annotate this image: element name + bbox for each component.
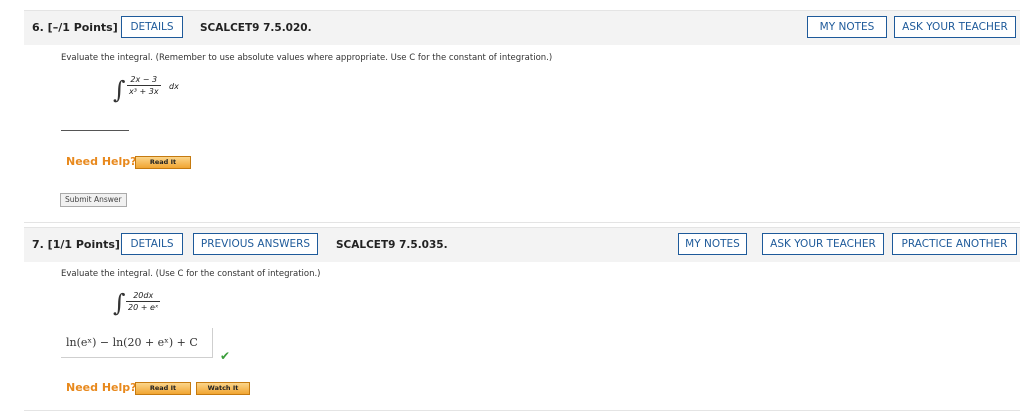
q7-points: 7. [1/1 Points]	[32, 238, 120, 251]
q7-read-it-button[interactable]: Read It	[135, 382, 191, 395]
q7-need-help-label: Need Help?	[66, 381, 137, 394]
q6-denominator: x³ + 3x	[129, 87, 159, 96]
q7-ask-teacher-button[interactable]: ASK YOUR TEACHER	[762, 233, 884, 255]
q7-answer-value: ln(eˣ) − ln(20 + eˣ) + C	[66, 336, 198, 349]
q6-fraction: 2x − 3 x³ + 3x	[127, 75, 161, 96]
q6-my-notes-button[interactable]: MY NOTES	[807, 16, 887, 38]
q7-watch-it-button[interactable]: Watch It	[196, 382, 250, 395]
q7-details-button[interactable]: DETAILS	[121, 233, 183, 255]
q7-reference: SCALCET9 7.5.035.	[336, 239, 448, 251]
q7-numerator: 20dx	[133, 291, 154, 300]
q6-fraction-bar	[127, 85, 161, 86]
bottom-divider	[24, 410, 1020, 411]
q7-previous-answers-button[interactable]: PREVIOUS ANSWERS	[193, 233, 318, 255]
q7-denominator: 20 + eˣ	[128, 303, 159, 312]
q6-read-it-button[interactable]: Read It	[135, 156, 191, 169]
correct-check-icon: ✔	[220, 349, 231, 363]
q7-fraction: 20dx 20 + eˣ	[126, 291, 161, 312]
q6-numerator: 2x − 3	[130, 75, 158, 84]
question-divider	[24, 222, 1020, 223]
q6-answer-field[interactable]	[61, 120, 129, 131]
q7-header: 7. [1/1 Points] DETAILS PREVIOUS ANSWERS…	[24, 227, 1020, 262]
q7-integral-sign: ∫	[113, 289, 126, 317]
q6-need-help-label: Need Help?	[66, 155, 137, 168]
q7-fraction-bar	[126, 301, 161, 302]
q6-submit-answer-button[interactable]: Submit Answer	[60, 193, 127, 207]
q6-header: 6. [–/1 Points] DETAILS SCALCET9 7.5.020…	[24, 10, 1020, 45]
q6-points: 6. [–/1 Points]	[32, 21, 118, 34]
q6-details-button[interactable]: DETAILS	[121, 16, 183, 38]
q7-my-notes-button[interactable]: MY NOTES	[678, 233, 747, 255]
q6-prompt: Evaluate the integral. (Remember to use …	[61, 53, 553, 63]
q7-prompt: Evaluate the integral. (Use C for the co…	[61, 269, 321, 279]
q7-practice-another-button[interactable]: PRACTICE ANOTHER	[892, 233, 1017, 255]
q6-reference: SCALCET9 7.5.020.	[200, 22, 312, 34]
q6-integral-sign: ∫	[113, 76, 126, 104]
q6-ask-teacher-button[interactable]: ASK YOUR TEACHER	[894, 16, 1016, 38]
q6-differential: dx	[169, 82, 179, 91]
